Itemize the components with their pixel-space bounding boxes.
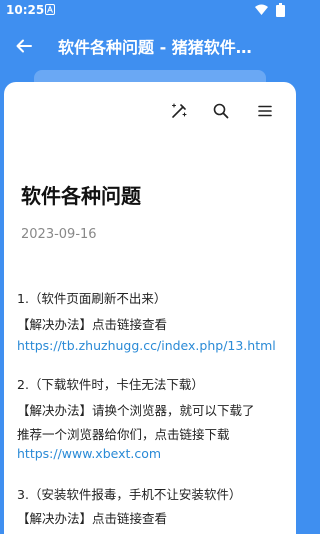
search-icon <box>213 103 229 119</box>
item-3-question: 3.（安装软件报毒，手机不让安装软件） <box>17 487 242 502</box>
item-1-question: 1.（软件页面刷新不出来） <box>17 291 167 306</box>
search-button[interactable] <box>210 100 232 122</box>
item-2-solution: 【解决办法】请换个浏览器，就可以下载了 <box>17 403 255 418</box>
battery-icon <box>276 3 285 17</box>
status-bar: 10:25 <box>0 0 300 20</box>
magic-button[interactable] <box>168 100 190 122</box>
item-2-link[interactable]: https://www.xbext.com <box>17 446 161 461</box>
item-2-question: 2.（下载软件时，卡住无法下载） <box>17 377 204 392</box>
content-card: 软件各种问题 2023-09-16 1.（软件页面刷新不出来） 【解决办法】点击… <box>4 82 296 534</box>
wifi-icon <box>255 4 268 15</box>
article-date: 2023-09-16 <box>21 227 97 242</box>
item-3-solution: 【解决办法】点击链接查看 <box>17 511 168 526</box>
magic-wand-icon <box>171 103 187 118</box>
item-2-extra: 推荐一个浏览器给你们，点击链接下载 <box>17 427 230 442</box>
menu-button[interactable] <box>254 100 276 122</box>
arrow-back-icon <box>16 39 32 53</box>
item-1-solution: 【解决办法】点击链接查看 <box>17 317 168 332</box>
app-bar: 软件各种问题 - 猪猪软件… <box>0 20 300 72</box>
back-button[interactable] <box>12 34 36 58</box>
app-title: 软件各种问题 - 猪猪软件… <box>58 38 252 57</box>
notification-icon <box>45 4 55 15</box>
article-title: 软件各种问题 <box>21 184 141 208</box>
status-time: 10:25 <box>6 3 45 17</box>
hamburger-menu-icon <box>258 105 272 117</box>
item-1-link[interactable]: https://tb.zhuzhugg.cc/index.php/13.html <box>17 338 276 353</box>
